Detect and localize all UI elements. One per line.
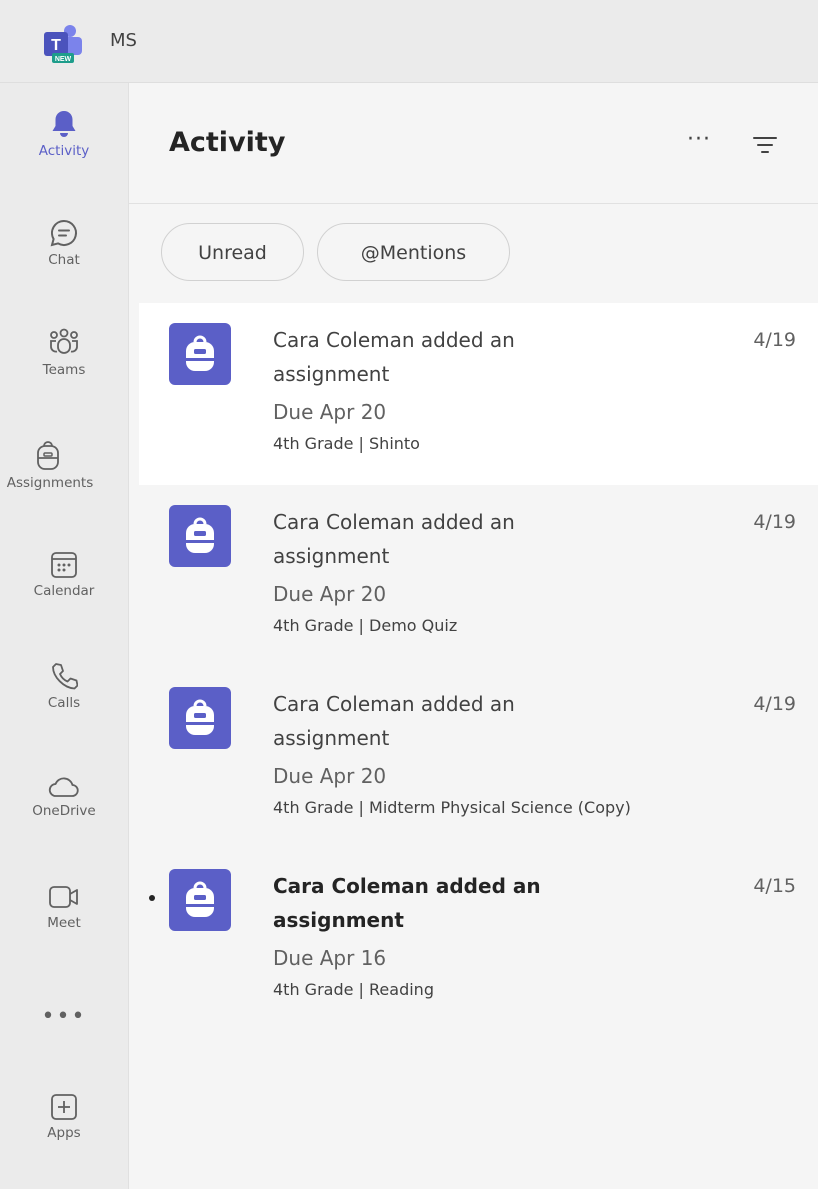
activity-class: 4th Grade | Reading <box>273 980 434 999</box>
rail-item-teams[interactable]: Teams <box>0 328 128 378</box>
activity-title-line: assignment <box>273 544 390 568</box>
svg-text:NEW: NEW <box>55 56 72 63</box>
activity-title: Cara Coleman added an assignment <box>273 869 673 937</box>
assignment-avatar <box>169 323 231 385</box>
filter-unread-button[interactable]: Unread <box>161 223 304 281</box>
activity-class: 4th Grade | Demo Quiz <box>273 616 458 635</box>
unread-indicator <box>149 895 155 901</box>
activity-date: 4/19 <box>753 511 796 533</box>
activity-date: 4/19 <box>753 329 796 351</box>
activity-title: Cara Coleman added an assignment <box>273 505 673 573</box>
plus-square-icon <box>51 1094 77 1120</box>
filter-icon[interactable] <box>752 135 778 155</box>
activity-title-line: Cara Coleman added an <box>273 874 541 898</box>
activity-due: Due Apr 20 <box>273 582 387 606</box>
cloud-icon <box>48 777 79 797</box>
rail-item-onedrive[interactable]: OneDrive <box>0 775 128 819</box>
backpack-icon <box>186 699 214 735</box>
phone-icon <box>52 663 78 690</box>
activity-title-line: Cara Coleman added an <box>273 692 515 716</box>
activity-feed: Cara Coleman added an assignment 4/19 Du… <box>139 303 818 1031</box>
activity-title-line: assignment <box>273 726 390 750</box>
activity-title: Cara Coleman added an assignment <box>273 687 673 755</box>
rail-item-label: Activity <box>38 143 90 159</box>
activity-item[interactable]: Cara Coleman added an assignment 4/15 Du… <box>139 849 818 1031</box>
rail-item-label: Apps <box>47 1125 81 1141</box>
activity-class: 4th Grade | Shinto <box>273 434 420 453</box>
assignment-avatar <box>169 869 231 931</box>
svg-text:T: T <box>51 37 61 54</box>
rail-item-meet[interactable]: Meet <box>0 883 128 931</box>
rail-item-label: Assignments <box>6 475 94 491</box>
activity-item[interactable]: Cara Coleman added an assignment 4/19 Du… <box>139 667 818 849</box>
activity-title-line: assignment <box>273 362 390 386</box>
assignment-avatar <box>169 505 231 567</box>
backpack-icon <box>186 517 214 553</box>
rail-item-label: Calendar <box>33 583 95 599</box>
filter-mentions-button[interactable]: @Mentions <box>317 223 510 281</box>
more-apps-button[interactable]: ••• <box>0 1006 128 1028</box>
chat-icon <box>50 219 77 247</box>
activity-pane: Activity ··· Unread @Mentions Cara Colem… <box>129 83 818 1189</box>
more-options-button[interactable]: ··· <box>687 127 711 152</box>
rail-item-label: Chat <box>48 252 80 268</box>
activity-class: 4th Grade | Midterm Physical Science (Co… <box>273 798 631 817</box>
backpack-icon <box>186 881 214 917</box>
rail-item-chat[interactable]: Chat <box>0 218 128 268</box>
activity-due: Due Apr 20 <box>273 764 387 788</box>
bell-icon <box>52 111 76 137</box>
app-rail: Activity Chat Teams Assignments Calendar… <box>0 83 129 1189</box>
rail-item-apps[interactable]: Apps <box>0 1093 128 1141</box>
activity-title-line: Cara Coleman added an <box>273 328 515 352</box>
tenant-name[interactable]: MS <box>110 30 137 51</box>
teams-logo-icon[interactable]: T NEW <box>40 22 86 66</box>
activity-date: 4/19 <box>753 693 796 715</box>
rail-item-activity[interactable]: Activity <box>0 109 128 159</box>
rail-item-calendar[interactable]: Calendar <box>0 551 128 599</box>
activity-due: Due Apr 20 <box>273 400 387 424</box>
teams-icon <box>50 328 78 354</box>
activity-item[interactable]: Cara Coleman added an assignment 4/19 Du… <box>139 485 818 667</box>
activity-title: Cara Coleman added an assignment <box>273 323 673 391</box>
activity-item[interactable]: Cara Coleman added an assignment 4/19 Du… <box>139 303 818 485</box>
assignment-avatar <box>169 687 231 749</box>
backpack-icon <box>37 441 59 470</box>
rail-item-assignments[interactable]: Assignments <box>0 441 114 491</box>
title-bar: T NEW MS <box>0 0 818 83</box>
rail-item-label: OneDrive <box>32 803 96 819</box>
calendar-icon <box>51 552 77 578</box>
activity-date: 4/15 <box>753 875 796 897</box>
video-icon <box>49 886 78 908</box>
activity-header: Activity ··· <box>129 83 818 204</box>
rail-item-label: Meet <box>47 915 81 931</box>
rail-item-label: Calls <box>47 695 81 711</box>
backpack-icon <box>186 335 214 371</box>
activity-title-line: Cara Coleman added an <box>273 510 515 534</box>
page-title: Activity <box>169 127 286 158</box>
activity-due: Due Apr 16 <box>273 946 387 970</box>
rail-item-label: Teams <box>42 362 86 378</box>
activity-title-line: assignment <box>273 908 404 932</box>
rail-item-calls[interactable]: Calls <box>0 661 128 711</box>
